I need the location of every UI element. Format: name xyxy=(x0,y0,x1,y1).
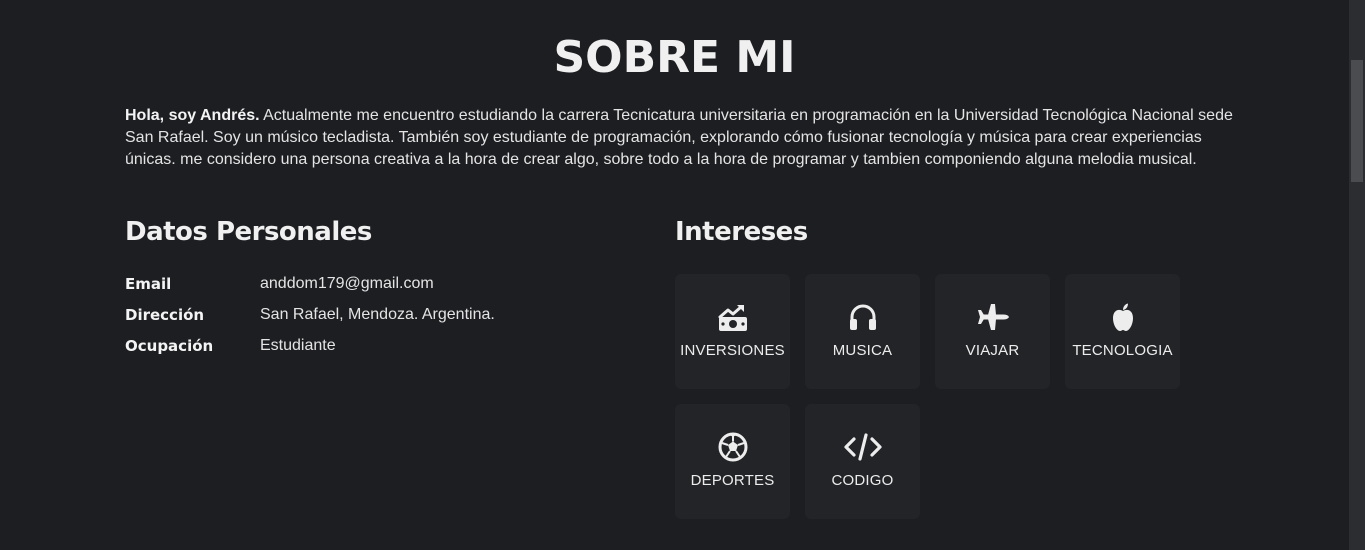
interest-card-viajar: VIAJAR xyxy=(935,274,1050,389)
page-scrollbar[interactable] xyxy=(1349,0,1365,550)
intro-text: Actualmente me encuentro estudiando la c… xyxy=(125,107,1233,168)
interest-label: INVERSIONES xyxy=(680,342,785,359)
interest-card-deportes: DEPORTES xyxy=(675,404,790,519)
interest-label: DEPORTES xyxy=(690,472,775,489)
interest-label: TECNOLOGIA xyxy=(1072,342,1173,359)
interest-label: MUSICA xyxy=(832,342,893,359)
intro-greeting: Hola, soy Andrés. xyxy=(125,107,260,124)
apple-icon xyxy=(1065,300,1180,334)
plane-icon xyxy=(935,300,1050,334)
interests-heading: Intereses xyxy=(675,217,808,247)
interest-card-inversiones: INVERSIONES xyxy=(675,274,790,389)
section-title: SOBRE MI xyxy=(553,32,796,83)
interest-card-codigo: CODIGO xyxy=(805,404,920,519)
interest-card-musica: MUSICA xyxy=(805,274,920,389)
interest-label: VIAJAR xyxy=(965,342,1020,359)
interest-label: CODIGO xyxy=(831,472,894,489)
address-value: San Rafael, Mendoza. Argentina. xyxy=(260,306,495,323)
personal-data-heading: Datos Personales xyxy=(125,217,372,247)
money-bill-trend-icon xyxy=(675,300,790,334)
scrollbar-thumb[interactable] xyxy=(1351,60,1363,182)
occupation-value: Estudiante xyxy=(260,337,336,354)
headphones-icon xyxy=(805,300,920,334)
page: SOBRE MI Hola, soy Andrés. Actualmente m… xyxy=(0,0,1349,550)
address-label: Dirección xyxy=(125,306,205,324)
occupation-label: Ocupación xyxy=(125,337,214,355)
email-value: anddom179@gmail.com xyxy=(260,275,434,292)
code-icon xyxy=(805,430,920,464)
intro-paragraph: Hola, soy Andrés. Actualmente me encuent… xyxy=(125,105,1235,171)
soccer-ball-icon xyxy=(675,430,790,464)
interest-card-tecnologia: TECNOLOGIA xyxy=(1065,274,1180,389)
email-label: Email xyxy=(125,275,172,293)
